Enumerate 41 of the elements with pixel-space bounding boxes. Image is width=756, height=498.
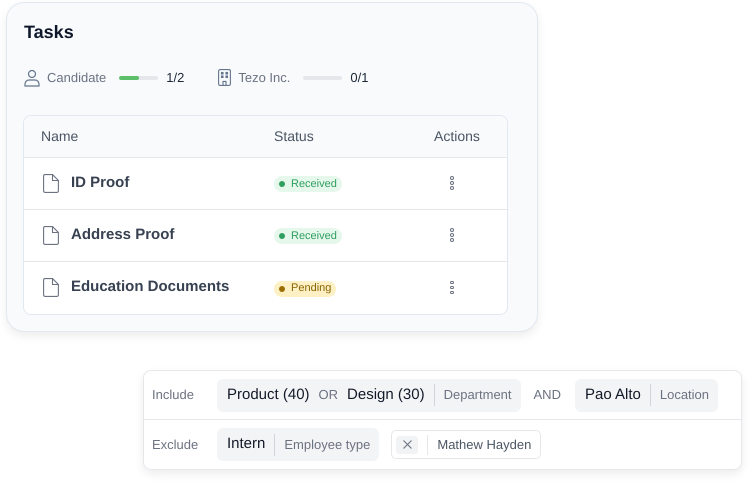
filter-label: Include [152, 386, 195, 404]
more-options-button[interactable] [448, 280, 456, 296]
document-icon [43, 226, 59, 244]
document-name: Education Documents [71, 277, 230, 298]
document-icon [43, 174, 59, 192]
document-name: Address Proof [71, 224, 174, 245]
column-header: Status [274, 126, 315, 146]
filter-label: Exclude [152, 436, 200, 454]
field-label: Location [658, 386, 710, 404]
progress-bar [119, 76, 158, 80]
document-name: ID Proof [71, 172, 130, 193]
field-label: Employee type [283, 436, 372, 454]
progress-label: Candidate [47, 69, 106, 87]
filter-value: Product (40) [227, 384, 310, 405]
filter-chip[interactable]: Product (40) OR Design (30) Department [217, 378, 521, 412]
person-icon [24, 68, 40, 87]
filter-chip[interactable]: Mathew Hayden [391, 430, 542, 459]
column-header: Name [40, 126, 80, 146]
progress-count: 0/1 [350, 69, 368, 87]
more-options-button[interactable] [448, 175, 456, 191]
filter-value: Pao Alto [584, 384, 641, 405]
status-badge: Pending [274, 280, 336, 296]
filter-value: Intern [227, 434, 266, 454]
card-title: Tasks [24, 21, 75, 44]
operator-label: OR [318, 386, 338, 404]
filter-value: Design (30) [347, 384, 425, 405]
status-badge: Received [274, 176, 342, 192]
status-badge: Received [274, 228, 342, 244]
column-header: Actions [434, 126, 480, 146]
filter-chip[interactable]: Pao Alto Location [574, 378, 718, 412]
field-label: Department [442, 386, 513, 404]
filter-chip[interactable]: Intern Employee type [217, 428, 380, 461]
document-icon [43, 278, 59, 297]
operator-label: AND [534, 386, 561, 404]
building-icon [218, 69, 232, 86]
progress-count: 1/2 [166, 69, 184, 87]
more-options-button[interactable] [448, 227, 456, 243]
filter-value: Mathew Hayden [436, 436, 532, 454]
remove-button[interactable] [396, 436, 418, 454]
close-icon [402, 440, 412, 449]
progress-label: Tezo Inc. [238, 69, 290, 87]
